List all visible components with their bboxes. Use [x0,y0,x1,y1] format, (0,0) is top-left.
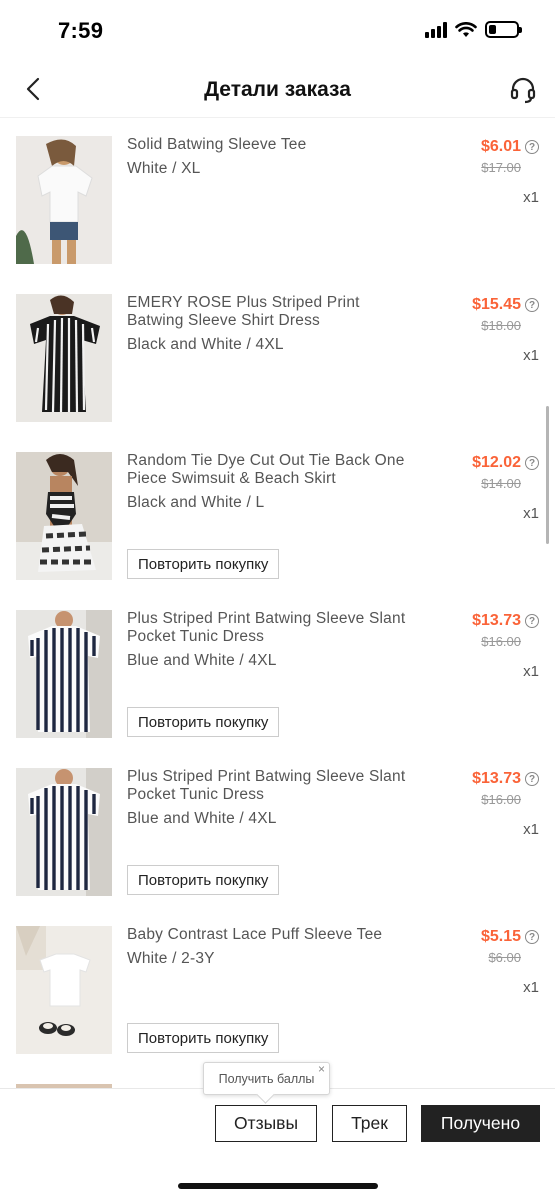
product-quantity: x1 [523,505,539,522]
order-item: Plus Striped Print Batwing Sleeve Slant … [0,610,555,760]
product-old-price: $17.00 [481,160,521,175]
product-variant: Black and White / L [127,494,265,511]
product-title[interactable]: Solid Batwing Sleeve Tee [127,136,407,154]
price-help-icon[interactable]: ? [525,772,539,786]
rebuy-button[interactable]: Повторить покупку [127,707,280,737]
nav-header: Детали заказа [0,62,555,118]
received-button[interactable]: Получено [421,1105,540,1142]
tooltip-close-icon[interactable]: × [318,1062,325,1076]
product-old-price: $6.00 [488,950,521,965]
product-quantity: x1 [523,979,539,996]
support-button[interactable] [507,74,539,106]
reviews-button[interactable]: Отзывы [215,1105,317,1142]
order-item: Solid Batwing Sleeve Tee White / XL $6.0… [0,136,555,286]
product-title[interactable]: Plus Striped Print Batwing Sleeve Slant … [127,610,407,646]
product-image[interactable] [16,926,112,1054]
product-quantity: x1 [523,347,539,364]
order-item: Baby Contrast Lace Puff Sleeve Tee White… [0,926,555,1076]
product-variant: White / 2-3Y [127,950,215,967]
order-item: Plus Striped Print Batwing Sleeve Slant … [0,768,555,918]
product-variant: Blue and White / 4XL [127,810,277,827]
product-price: $6.01? [481,138,539,156]
product-old-price: $18.00 [481,318,521,333]
product-variant: Blue and White / 4XL [127,652,277,669]
rebuy-button[interactable]: Повторить покупку [127,549,280,579]
status-bar: 7:59 [0,0,555,62]
price-help-icon[interactable]: ? [525,614,539,628]
product-image[interactable] [16,610,112,738]
scrollbar[interactable] [546,406,549,544]
product-price: $5.15? [481,928,539,946]
home-indicator [178,1183,378,1189]
product-price: $12.02? [472,454,539,472]
product-quantity: x1 [523,821,539,838]
price-help-icon[interactable]: ? [525,140,539,154]
product-quantity: x1 [523,189,539,206]
product-title[interactable]: Plus Striped Print Batwing Sleeve Slant … [127,768,407,804]
product-old-price: $16.00 [481,792,521,807]
rebuy-button[interactable]: Повторить покупку [127,865,280,895]
product-price: $13.73? [472,770,539,788]
wifi-icon [455,21,477,37]
status-icons [425,21,522,38]
order-item: Random Tie Dye Cut Out Tie Back One Piec… [0,452,555,602]
product-price: $15.45? [472,296,539,314]
product-old-price: $16.00 [481,634,521,649]
product-old-price: $14.00 [481,476,521,491]
product-title[interactable]: Random Tie Dye Cut Out Tie Back One Piec… [127,452,407,488]
order-item: EMERY ROSE Plus Striped Print Batwing Sl… [0,294,555,444]
price-help-icon[interactable]: ? [525,298,539,312]
track-button[interactable]: Трек [332,1105,407,1142]
cellular-signal-icon [425,21,447,38]
status-time: 7:59 [58,18,104,43]
product-quantity: x1 [523,663,539,680]
get-points-tooltip: Получить баллы × [203,1062,330,1095]
product-variant: Black and White / 4XL [127,336,284,353]
product-variant: White / XL [127,160,201,177]
product-image[interactable] [16,452,112,580]
product-image[interactable] [16,768,112,896]
product-title[interactable]: EMERY ROSE Plus Striped Print Batwing Sl… [127,294,407,330]
product-image[interactable] [16,136,112,264]
product-image[interactable] [16,294,112,422]
price-help-icon[interactable]: ? [525,456,539,470]
tooltip-text: Получить баллы [218,1071,315,1086]
headset-icon [510,77,536,104]
product-price: $13.73? [472,612,539,630]
page-title: Детали заказа [204,78,351,101]
price-help-icon[interactable]: ? [525,930,539,944]
battery-icon [485,21,522,38]
product-title[interactable]: Baby Contrast Lace Puff Sleeve Tee [127,926,407,944]
rebuy-button[interactable]: Повторить покупку [127,1023,280,1053]
